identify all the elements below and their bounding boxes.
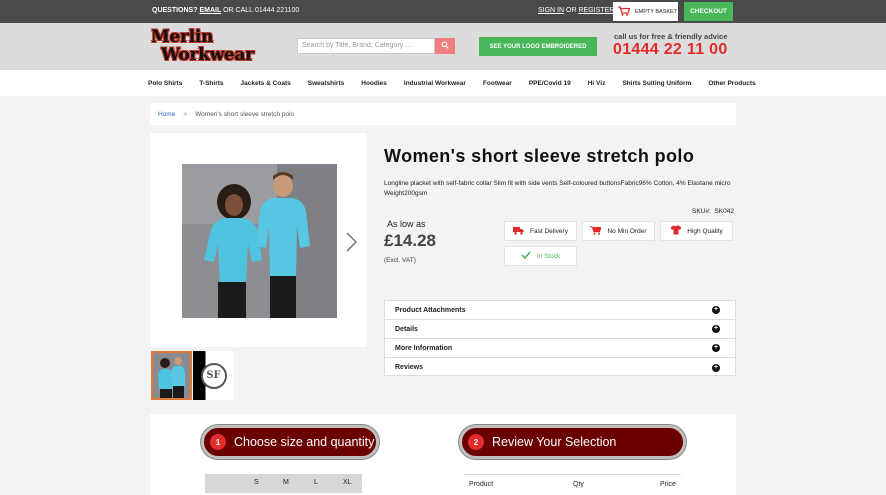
badge-in-stock: In Stock bbox=[504, 246, 577, 266]
basket-button[interactable]: EMPTY BASKET bbox=[613, 2, 678, 21]
accordion-details[interactable]: Details + bbox=[385, 320, 735, 339]
vat-note: (Excl. VAT) bbox=[384, 257, 416, 264]
accordion-label: Details bbox=[395, 325, 418, 333]
sf-logo: SF bbox=[200, 362, 227, 389]
accordion-more-information[interactable]: More Information + bbox=[385, 339, 735, 358]
tshirt-icon bbox=[670, 225, 682, 237]
thumbnail-1[interactable] bbox=[151, 351, 192, 400]
review-column-qty: Qty bbox=[573, 481, 584, 488]
review-column-price: Price bbox=[660, 481, 676, 488]
breadcrumb-home[interactable]: Home bbox=[158, 111, 175, 118]
product-title: Women's short sleeve stretch polo bbox=[384, 146, 695, 166]
email-link[interactable]: EMAIL bbox=[199, 7, 221, 14]
step-review-selection: 2 Review Your Selection bbox=[459, 425, 686, 459]
accordion-label: More Information bbox=[395, 344, 453, 352]
step-label: Choose size and quantity bbox=[234, 435, 375, 449]
basket-label: EMPTY BASKET bbox=[635, 8, 678, 15]
cart-icon bbox=[590, 225, 603, 237]
logo-line-1: Merlin bbox=[151, 27, 214, 47]
chevron-right-icon bbox=[344, 232, 358, 254]
call-us-text: call us for free & friendly advice bbox=[614, 32, 728, 41]
questions-label: QUESTIONS? bbox=[152, 7, 198, 14]
accordion-reviews[interactable]: Reviews + bbox=[385, 358, 735, 377]
plus-icon: + bbox=[712, 363, 720, 372]
size-column: M bbox=[283, 479, 289, 486]
site-logo[interactable]: Merlin Workwear bbox=[151, 28, 259, 66]
nav-item-t-shirts[interactable]: T-Shirts bbox=[199, 80, 223, 87]
product-description: Longline placket with self-fabric collar… bbox=[384, 180, 731, 197]
accordion-product-attachments[interactable]: Product Attachments + bbox=[385, 301, 735, 320]
review-table-header: Product Qty Price bbox=[464, 474, 681, 495]
nav-item-footwear[interactable]: Footwear bbox=[483, 80, 512, 87]
truck-icon bbox=[513, 226, 524, 237]
badge-label: In Stock bbox=[536, 252, 561, 260]
nav-item-hi-viz[interactable]: Hi Viz bbox=[588, 80, 606, 87]
breadcrumb: Home > Women's short sleeve stretch polo bbox=[150, 103, 736, 125]
register-link[interactable]: REGISTER bbox=[578, 7, 614, 14]
badge-no-min-order: No Min Order bbox=[582, 221, 655, 241]
search-icon bbox=[441, 41, 449, 51]
breadcrumb-separator: > bbox=[183, 110, 188, 118]
badge-label: High Quality bbox=[687, 227, 723, 235]
nav-item-other-products[interactable]: Other Products bbox=[708, 80, 755, 87]
badge-label: No Min Order bbox=[607, 227, 647, 235]
review-column-product: Product bbox=[469, 481, 494, 488]
badge-high-quality: High Quality bbox=[660, 221, 733, 241]
accordion-label: Product Attachments bbox=[395, 306, 466, 314]
badge-label: Fast Delivery bbox=[530, 227, 568, 235]
accordion-label: Reviews bbox=[395, 364, 424, 371]
nav-item-polo-shirts[interactable]: Polo Shirts bbox=[148, 80, 182, 87]
plus-icon: + bbox=[712, 344, 720, 352]
step-choose-size: 1 Choose size and quantity bbox=[201, 425, 379, 459]
step-label: Review Your Selection bbox=[492, 435, 617, 449]
logo-embroidered-button[interactable]: SEE YOUR LOGO EMBROIDERED bbox=[479, 37, 597, 56]
or-call-label: OR CALL bbox=[223, 7, 254, 14]
plus-icon: + bbox=[712, 325, 720, 333]
size-table-header: S M L XL bbox=[205, 474, 362, 493]
product-accordion: Product Attachments + Details + More Inf… bbox=[384, 300, 736, 376]
step-number: 2 bbox=[468, 434, 484, 450]
nav-item-shirts-suiting[interactable]: Shirts Suiting Uniform bbox=[622, 80, 691, 87]
cart-icon bbox=[618, 5, 631, 18]
product-price: £14.28 bbox=[384, 231, 436, 250]
as-low-as-label: As low as bbox=[387, 219, 426, 229]
breadcrumb-current: Women's short sleeve stretch polo bbox=[195, 110, 295, 118]
product-sku: SKU#: SK042 bbox=[692, 208, 734, 215]
nav-item-hoodies[interactable]: Hoodies bbox=[361, 80, 387, 87]
top-bar: QUESTIONS? EMAIL OR CALL 01444 221100 SI… bbox=[0, 0, 886, 23]
header-phone[interactable]: 01444 22 11 00 bbox=[613, 41, 728, 59]
nav-item-ppe-covid[interactable]: PPE/Covid 19 bbox=[529, 80, 571, 87]
logo-line-2: Workwear bbox=[161, 45, 254, 65]
search-input[interactable]: Search by Title, Brand, Category ... bbox=[297, 38, 435, 54]
checkmark-icon bbox=[521, 251, 531, 261]
thumbnail-2[interactable]: SF bbox=[193, 351, 234, 400]
size-column: S bbox=[254, 479, 259, 486]
product-image[interactable] bbox=[182, 164, 337, 318]
top-phone: 01444 221100 bbox=[255, 7, 300, 14]
search-button[interactable] bbox=[435, 38, 455, 54]
badge-fast-delivery: Fast Delivery bbox=[504, 221, 577, 241]
next-image-arrow[interactable] bbox=[344, 232, 358, 252]
sku-label: SKU#: bbox=[692, 208, 711, 215]
questions-text: QUESTIONS? EMAIL OR CALL 01444 221100 bbox=[152, 7, 299, 14]
checkout-button[interactable]: CHECKOUT bbox=[684, 2, 733, 21]
or-label: OR bbox=[566, 7, 577, 14]
step-number: 1 bbox=[210, 434, 226, 450]
main-nav: Polo Shirts T-Shirts Jackets & Coats Swe… bbox=[0, 70, 886, 96]
sign-in-link[interactable]: SIGN IN bbox=[538, 7, 564, 14]
size-column: L bbox=[314, 479, 318, 486]
plus-icon: + bbox=[712, 306, 720, 314]
account-links: SIGN IN OR REGISTER bbox=[538, 7, 614, 14]
nav-item-sweatshirts[interactable]: Sweatshirts bbox=[308, 80, 345, 87]
nav-item-jackets-coats[interactable]: Jackets & Coats bbox=[241, 80, 291, 87]
sku-value: SK042 bbox=[714, 208, 734, 215]
nav-item-industrial-workwear[interactable]: Industrial Workwear bbox=[404, 80, 466, 87]
size-column: XL bbox=[343, 479, 352, 486]
